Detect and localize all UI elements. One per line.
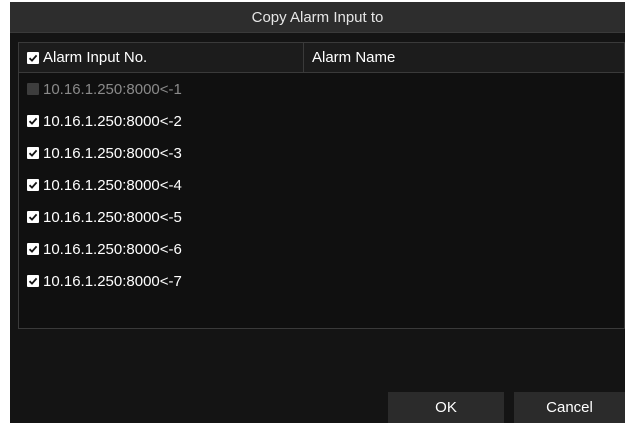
table-row[interactable]: 10.16.1.250:8000<-6: [19, 233, 624, 265]
table-row[interactable]: 10.16.1.250:8000<-3: [19, 137, 624, 169]
ok-button[interactable]: OK: [388, 392, 504, 423]
checkmark-icon: [28, 213, 38, 221]
table-row[interactable]: 10.16.1.250:8000<-4: [19, 169, 624, 201]
table-row: 10.16.1.250:8000<-1: [19, 73, 624, 105]
column-header-alarm-name: Alarm Name: [304, 43, 624, 72]
column-header-alarm-input-no: Alarm Input No.: [19, 43, 304, 72]
select-all-checkbox[interactable]: [27, 51, 39, 64]
row-checkbox[interactable]: [27, 147, 39, 159]
table-row[interactable]: 10.16.1.250:8000<-5: [19, 201, 624, 233]
table-header: Alarm Input No. Alarm Name: [19, 43, 624, 73]
row-checkbox[interactable]: [27, 243, 39, 255]
alarm-input-table: Alarm Input No. Alarm Name 10.16.1.250:8…: [18, 42, 625, 329]
column-label-alarm-input-no: Alarm Input No.: [43, 49, 148, 66]
row-label: 10.16.1.250:8000<-5: [43, 208, 182, 226]
row-checkbox[interactable]: [27, 179, 39, 191]
checkmark-icon: [28, 181, 38, 189]
row-label: 10.16.1.250:8000<-7: [43, 272, 182, 290]
row-checkbox: [27, 83, 39, 95]
row-label: 10.16.1.250:8000<-6: [43, 240, 182, 258]
row-checkbox[interactable]: [27, 115, 39, 127]
row-label: 10.16.1.250:8000<-2: [43, 112, 182, 130]
checkmark-icon: [28, 54, 38, 62]
checkmark-icon: [28, 149, 38, 157]
dialog-footer: OK Cancel: [10, 388, 625, 423]
row-checkbox[interactable]: [27, 211, 39, 223]
dialog-title: Copy Alarm Input to: [251, 8, 384, 26]
checkmark-icon: [28, 277, 38, 285]
column-label-alarm-name: Alarm Name: [312, 49, 396, 66]
table-body: 10.16.1.250:8000<-1 10.16.1.250:8000<-2 …: [19, 73, 624, 297]
dialog-title-bar: Copy Alarm Input to: [10, 2, 625, 33]
row-label: 10.16.1.250:8000<-3: [43, 144, 182, 162]
checkmark-icon: [28, 245, 38, 253]
table-row[interactable]: 10.16.1.250:8000<-7: [19, 265, 624, 297]
row-label: 10.16.1.250:8000<-1: [43, 80, 182, 98]
table-row[interactable]: 10.16.1.250:8000<-2: [19, 105, 624, 137]
row-label: 10.16.1.250:8000<-4: [43, 176, 182, 194]
row-checkbox[interactable]: [27, 275, 39, 287]
copy-alarm-input-dialog: Copy Alarm Input to Alarm Input No. Alar…: [10, 2, 625, 423]
checkmark-icon: [28, 117, 38, 125]
cancel-button[interactable]: Cancel: [514, 392, 625, 423]
